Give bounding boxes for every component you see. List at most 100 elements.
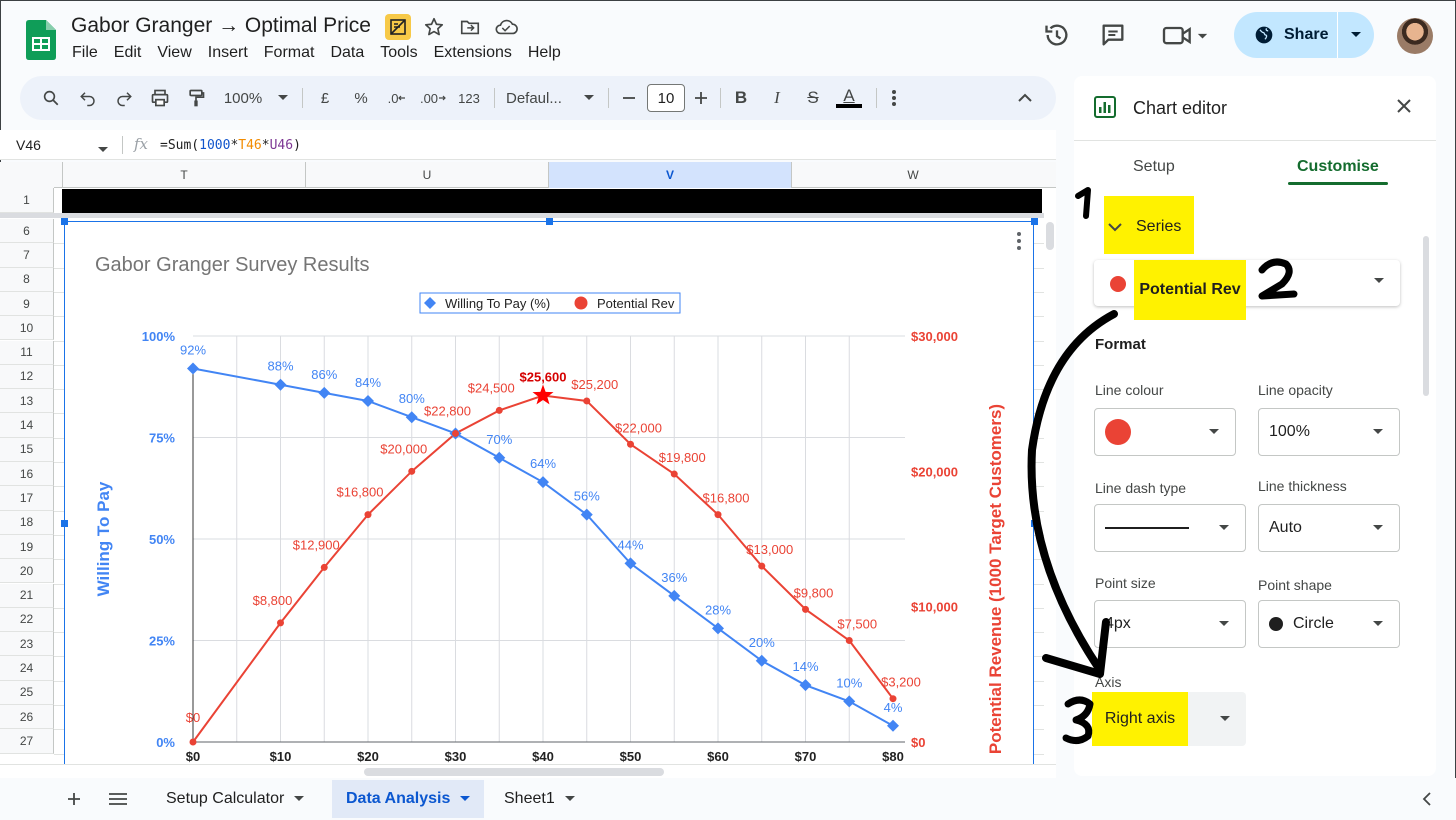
line-thickness-select[interactable]: Auto <box>1258 504 1400 552</box>
add-sheet-icon[interactable] <box>52 780 96 818</box>
document-title[interactable]: Gabor Granger → Optimal Price <box>71 14 371 38</box>
italic-button[interactable]: I <box>766 86 788 110</box>
row-header[interactable]: 13 <box>0 389 54 414</box>
line-dash-select[interactable] <box>1094 504 1246 552</box>
collapse-side-panel-icon[interactable] <box>1408 780 1446 818</box>
row-header[interactable]: 25 <box>0 680 54 705</box>
menu-view[interactable]: View <box>157 43 199 63</box>
row-header[interactable]: 27 <box>0 729 54 754</box>
column-header-v[interactable]: V <box>548 162 791 188</box>
decrease-font-size-icon[interactable] <box>618 86 640 110</box>
column-header-u[interactable]: U <box>305 162 548 188</box>
row-header[interactable]: 17 <box>0 486 54 511</box>
resize-handle[interactable] <box>61 218 68 225</box>
row-header[interactable]: 23 <box>0 632 54 657</box>
point-size-select[interactable]: 4px <box>1094 600 1246 648</box>
format-percent-button[interactable]: % <box>350 86 372 110</box>
resize-handle[interactable] <box>1031 520 1038 527</box>
series-section-header[interactable]: Series <box>1104 200 1194 254</box>
frozen-row-divider[interactable] <box>0 213 1044 218</box>
zoom-select[interactable]: 100% <box>220 86 266 110</box>
increase-font-size-icon[interactable] <box>690 86 712 110</box>
share-dropdown-icon[interactable] <box>1338 31 1374 39</box>
line-colour-select[interactable] <box>1094 408 1236 456</box>
move-to-folder-icon[interactable] <box>457 14 483 40</box>
select-all-corner[interactable] <box>0 162 54 188</box>
row-header[interactable]: 22 <box>0 607 54 633</box>
comments-icon[interactable] <box>1098 20 1128 50</box>
editor-scrollbar[interactable] <box>1423 236 1429 396</box>
text-colour-button[interactable]: A <box>836 86 862 110</box>
print-icon[interactable] <box>148 86 172 110</box>
row-header[interactable]: 10 <box>0 316 54 341</box>
menu-edit[interactable]: Edit <box>114 43 150 63</box>
undo-icon[interactable] <box>76 86 100 110</box>
row-header[interactable]: 1 <box>0 188 54 213</box>
formula-input[interactable]: =Sum(1000*T46*U46) <box>160 138 301 153</box>
resize-handle[interactable] <box>1031 218 1038 225</box>
menu-format[interactable]: Format <box>264 43 323 63</box>
font-select[interactable]: Defaul... <box>506 86 572 110</box>
row-header[interactable]: 24 <box>0 656 54 681</box>
row-header[interactable]: 16 <box>0 462 54 487</box>
tab-customise[interactable]: Customise <box>1297 158 1379 176</box>
row-header[interactable]: 7 <box>0 243 54 268</box>
cloud-saved-icon[interactable] <box>493 14 519 40</box>
redo-icon[interactable] <box>112 86 136 110</box>
menu-file[interactable]: File <box>72 43 106 63</box>
row-header[interactable]: 11 <box>0 340 54 365</box>
font-size-input[interactable]: 10 <box>647 84 685 112</box>
menu-tools[interactable]: Tools <box>380 43 425 63</box>
row-header[interactable]: 12 <box>0 364 54 390</box>
decrease-decimal-button[interactable]: .0 <box>384 86 410 110</box>
line-opacity-select[interactable]: 100% <box>1258 408 1400 456</box>
share-button[interactable]: Share <box>1234 12 1374 58</box>
resize-handle[interactable] <box>546 218 553 225</box>
menu-extensions[interactable]: Extensions <box>434 43 520 63</box>
user-avatar[interactable] <box>1397 18 1433 54</box>
meet-icon[interactable] <box>1160 20 1210 50</box>
name-box[interactable]: V46 <box>16 137 41 153</box>
axis-select[interactable]: Right axis <box>1092 692 1246 746</box>
chart-object[interactable]: Gabor Granger Survey Results Willing To P… <box>64 221 1034 766</box>
version-history-icon[interactable] <box>1042 20 1072 50</box>
sheet-tab-data-analysis[interactable]: Data Analysis <box>332 780 485 818</box>
menu-help[interactable]: Help <box>528 43 569 63</box>
bold-button[interactable]: B <box>730 86 752 110</box>
horizontal-scrollbar[interactable] <box>0 764 1056 778</box>
menu-insert[interactable]: Insert <box>208 43 256 63</box>
increase-decimal-button[interactable]: .00 <box>418 86 448 110</box>
format-currency-button[interactable]: £ <box>314 86 336 110</box>
paint-format-icon[interactable] <box>184 86 208 110</box>
vertical-scroll-thumb[interactable] <box>1046 222 1054 250</box>
column-header-w[interactable]: W <box>791 162 1034 188</box>
name-box-dropdown-icon[interactable] <box>98 140 108 158</box>
row-header[interactable]: 9 <box>0 291 54 317</box>
row-header[interactable]: 14 <box>0 413 54 438</box>
tab-setup[interactable]: Setup <box>1133 158 1175 176</box>
font-dropdown-icon[interactable] <box>582 86 596 110</box>
series-select[interactable]: Potential Rev <box>1094 260 1400 320</box>
search-menus-icon[interactable] <box>40 86 62 110</box>
row-header[interactable]: 20 <box>0 559 54 584</box>
column-header-t[interactable]: T <box>62 162 305 188</box>
more-options-icon[interactable] <box>884 86 904 110</box>
hide-menus-icon[interactable] <box>1014 86 1036 110</box>
row-header[interactable]: 15 <box>0 437 54 462</box>
star-icon[interactable] <box>421 14 447 40</box>
all-sheets-icon[interactable] <box>94 780 142 818</box>
menu-data[interactable]: Data <box>330 43 372 63</box>
more-formats-button[interactable]: 123 <box>454 86 484 110</box>
point-shape-select[interactable]: Circle <box>1258 600 1400 648</box>
vertical-scrollbar[interactable] <box>1044 218 1056 766</box>
row-header[interactable]: 26 <box>0 705 54 730</box>
row-header[interactable]: 8 <box>0 267 54 292</box>
sheet-tab-setup-calculator[interactable]: Setup Calculator <box>152 780 318 818</box>
row-header[interactable]: 19 <box>0 534 54 560</box>
sheet-tab-sheet1[interactable]: Sheet1 <box>490 780 589 818</box>
resize-handle[interactable] <box>61 520 68 527</box>
data-protection-icon[interactable] <box>385 14 411 40</box>
row-header[interactable]: 6 <box>0 219 54 244</box>
row-header[interactable]: 21 <box>0 583 54 608</box>
sheets-logo-icon[interactable] <box>24 20 56 60</box>
